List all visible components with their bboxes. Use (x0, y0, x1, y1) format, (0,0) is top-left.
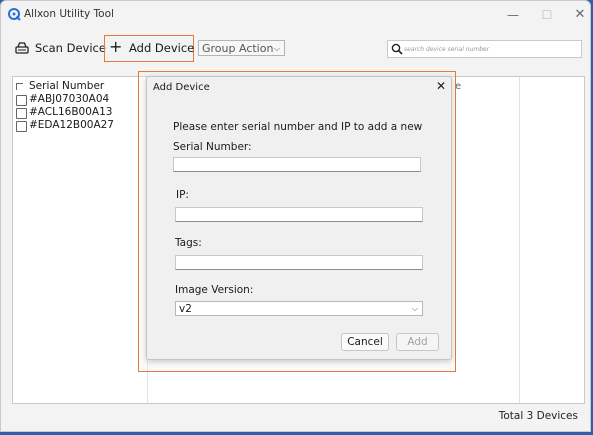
list-item[interactable]: #EDA12B00A27 (13, 119, 147, 132)
ip-label: IP: (176, 189, 189, 201)
group-action-label: Group Action (202, 42, 274, 55)
add-button[interactable]: Add (396, 333, 439, 351)
search-box[interactable] (387, 40, 582, 58)
chevron-down-icon: ⌵ (411, 304, 418, 313)
scan-device-button[interactable]: Scan Device (15, 38, 106, 60)
device-serial: #ABJ07030A04 (29, 93, 110, 105)
add-device-label: Add Device (129, 41, 195, 55)
device-serial: #ACL16B00A13 (29, 106, 113, 118)
device-checkbox[interactable] (16, 108, 27, 119)
scan-device-label: Scan Device (35, 41, 106, 55)
add-device-button[interactable]: + Add Device (104, 35, 194, 62)
dialog-title: Add Device (153, 82, 210, 93)
ip-field[interactable] (175, 207, 423, 222)
select-all-checkbox[interactable] (16, 83, 23, 90)
tags-field[interactable] (175, 255, 423, 270)
device-checkbox[interactable] (16, 121, 27, 132)
serial-number-header: Serial Number (29, 80, 105, 92)
plus-icon: + (109, 37, 123, 56)
scan-device-icon (15, 42, 29, 54)
list-item[interactable]: #ACL16B00A13 (13, 106, 147, 119)
maximize-button[interactable]: ☐ (535, 5, 559, 25)
device-serial: #EDA12B00A27 (29, 119, 114, 131)
group-action-dropdown[interactable]: Group Action ⌵ (198, 40, 285, 56)
serial-number-label: Serial Number: (173, 141, 252, 153)
image-version-label: Image Version: (175, 284, 254, 296)
window-title: Allxon Utility Tool (24, 8, 114, 20)
title-bar: Allxon Utility Tool — ☐ ✕ (1, 1, 590, 29)
device-checkbox[interactable] (16, 95, 27, 106)
app-window: Allxon Utility Tool — ☐ ✕ Scan Device + … (0, 0, 591, 432)
add-device-dialog: Add Device ✕ Please enter serial number … (146, 76, 452, 360)
app-logo-icon (8, 8, 21, 21)
device-count-status: Total 3 Devices (498, 410, 578, 422)
image-version-value: v2 (179, 303, 192, 315)
minimize-button[interactable]: — (501, 5, 525, 25)
tags-label: Tags: (175, 237, 202, 249)
list-item[interactable]: #ABJ07030A04 (13, 93, 147, 106)
cancel-button[interactable]: Cancel (341, 333, 389, 351)
search-input[interactable] (404, 42, 576, 56)
image-version-dropdown[interactable]: v2 ⌵ (175, 301, 423, 316)
search-icon (391, 43, 403, 55)
chevron-down-icon: ⌵ (273, 44, 280, 53)
close-window-button[interactable]: ✕ (568, 5, 590, 25)
serial-number-field[interactable] (173, 157, 421, 172)
dialog-close-button[interactable]: ✕ (434, 79, 448, 93)
dialog-instructions: Please enter serial number and IP to add… (173, 121, 423, 133)
device-list-header: Serial Number (13, 80, 147, 93)
